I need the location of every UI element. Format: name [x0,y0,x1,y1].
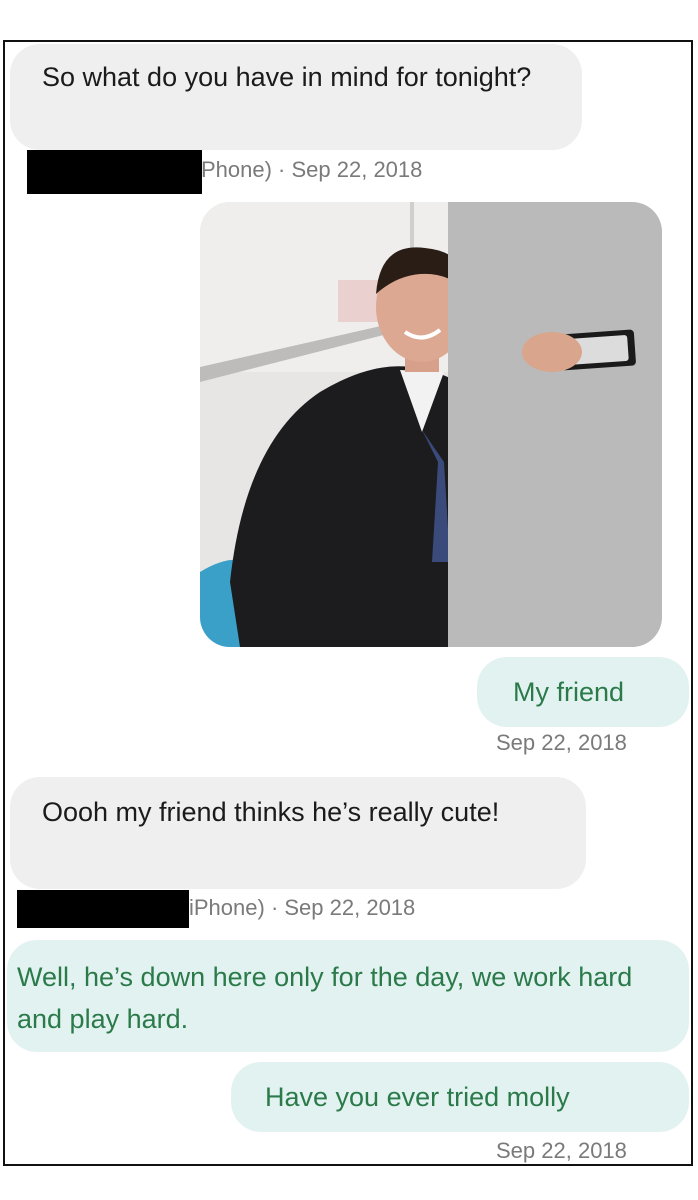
selfie-photo [200,202,662,647]
redacted-sender-name [27,150,202,194]
redacted-sender-name [17,890,189,928]
incoming-message[interactable]: Oooh my friend thinks he’s really cute! [10,777,586,889]
message-text: Have you ever tried molly [265,1082,570,1112]
photo-message[interactable] [200,202,662,647]
message-meta: Phone) · Sep 22, 2018 [201,157,423,182]
message-text: So what do you have in mind for tonight? [42,62,532,92]
incoming-message[interactable]: So what do you have in mind for tonight? [10,44,582,150]
message-text: My friend [513,677,625,707]
message-meta: Sep 22, 2018 [496,730,627,755]
message-thread: So what do you have in mind for tonight?… [3,40,693,1166]
message-meta: iPhone) · Sep 22, 2018 [189,895,416,920]
outgoing-message[interactable]: Have you ever tried molly [231,1062,689,1132]
outgoing-message[interactable]: My friend [477,657,689,727]
message-text: Oooh my friend thinks he’s really cute! [42,797,500,827]
message-text: Well, he’s down here only for the day, w… [17,962,633,1034]
message-meta: Sep 22, 2018 [496,1138,627,1163]
outgoing-message[interactable]: Well, he’s down here only for the day, w… [7,940,689,1052]
